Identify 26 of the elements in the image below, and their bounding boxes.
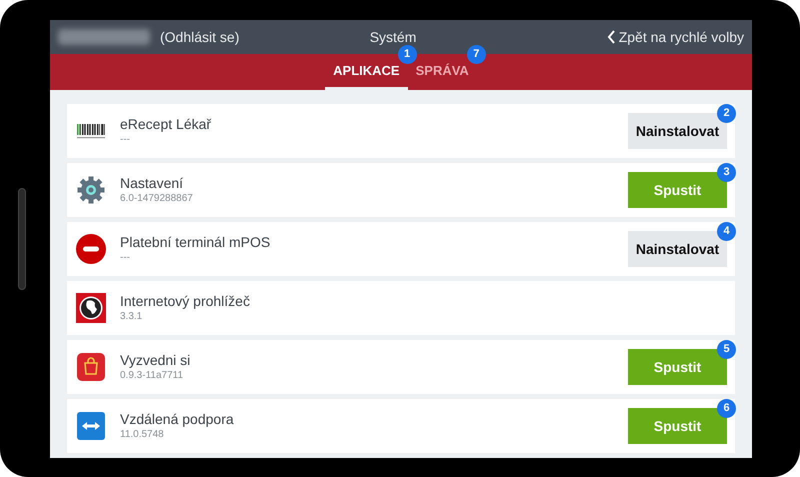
app-name: Vzdálená podpora [120,412,235,426]
back-link[interactable]: Zpět na rychlé volby [606,26,744,48]
app-name: eRecept Lékař [120,117,212,131]
app-name: Platební terminál mPOS [120,235,272,249]
logout-link[interactable]: (Odhlásit se) [160,26,240,48]
install-button[interactable]: Nainstalovat [628,231,727,267]
app-name: Vyzvedni si [120,353,192,367]
app-name: Nastavení [120,176,184,190]
number-badge: 5 [717,340,736,359]
shopping-bag-icon [76,352,106,382]
number-badge: 2 [717,104,736,123]
app-name: Internetový prohlížeč [120,294,251,308]
number-badge: 4 [717,222,736,241]
no-entry-icon [76,234,106,264]
app-version: 0.9.3-11a7711 [120,371,184,381]
gear-icon [76,175,106,205]
number-badge: 6 [717,399,736,418]
globe-icon [76,293,106,323]
app-version: --- [120,253,131,263]
app-version: 11.0.5748 [120,430,165,440]
app-version: 3.3.1 [120,312,144,322]
number-badge: 3 [717,163,736,182]
screen-title: Systém [370,28,416,47]
chevron-left-icon [606,30,616,44]
app-version: 6.0-1479288867 [120,194,194,204]
app-version: --- [120,135,131,145]
